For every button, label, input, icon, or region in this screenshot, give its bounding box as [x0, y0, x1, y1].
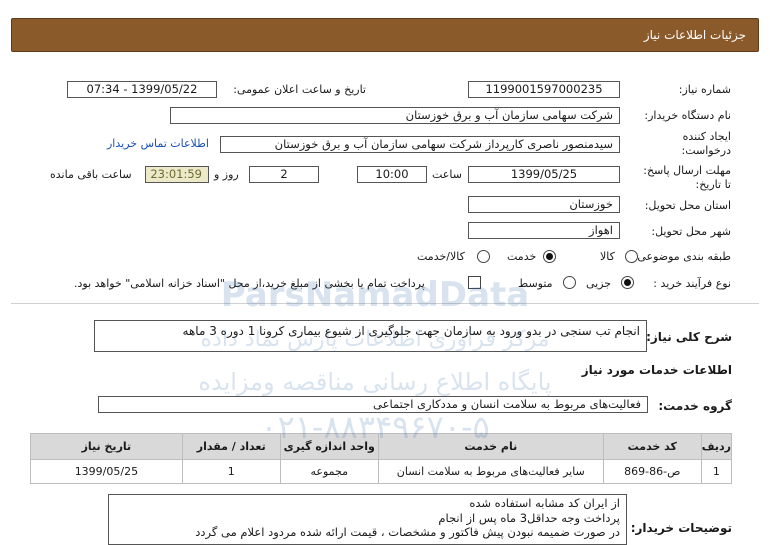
creator-label-1: ایجاد کننده	[682, 130, 731, 143]
col-unit: واحد اندازه گیری	[279, 433, 379, 460]
summary-label: شرح کلی نیاز:	[646, 330, 732, 344]
days-label: روز و	[214, 168, 239, 181]
days-field: 2	[249, 166, 319, 183]
table-row: 1 ص-86-869 سایر فعالیت‌های مربوط به سلام…	[30, 459, 733, 484]
remaining-timer: 23:01:59	[145, 166, 209, 183]
col-date: تاریخ نیاز	[30, 433, 183, 460]
deadline-label-2: تا تاریخ:	[695, 178, 731, 191]
creator-label-2: درخواست:	[681, 144, 731, 157]
category-radio-goods[interactable]	[625, 250, 638, 263]
buyer-contact-link[interactable]: اطلاعات تماس خریدار	[107, 137, 209, 150]
summary-box: انجام تب سنجی در بدو ورود به سازمان جهت …	[94, 320, 647, 352]
deadline-time-label: ساعت	[432, 168, 462, 181]
need-number-label: شماره نیاز:	[678, 83, 731, 96]
deadline-time-field: 10:00	[357, 166, 427, 183]
page-title: جزئیات اطلاعات نیاز	[643, 28, 746, 42]
payment-note: پرداخت تمام یا بخشی از مبلغ خرید،از محل …	[74, 277, 425, 290]
service-group-field: فعالیت‌های مربوط به سلامت انسان و مددکار…	[98, 396, 648, 413]
notes-box[interactable]: از ایران کد مشابه استفاده شده پرداخت وجه…	[108, 494, 627, 545]
col-qty: تعداد / مقدار	[181, 433, 281, 460]
notes-line: از ایران کد مشابه استفاده شده	[469, 496, 620, 510]
services-table: ردیف کد خدمت نام خدمت واحد اندازه گیری ت…	[30, 433, 733, 484]
summary-text: انجام تب سنجی در بدو ورود به سازمان جهت …	[182, 324, 640, 338]
category-option-service: خدمت	[507, 250, 537, 263]
divider	[11, 303, 759, 304]
category-option-goods-service: کالا/خدمت	[417, 250, 465, 263]
cell-unit: مجموعه	[279, 459, 379, 484]
province-label: استان محل تحویل:	[644, 199, 731, 212]
process-option-minor: جزیی	[586, 277, 612, 290]
services-section-title: اطلاعات خدمات مورد نیاز	[581, 363, 732, 377]
cell-name: سایر فعالیت‌های مربوط به سلامت انسان	[377, 459, 604, 484]
process-option-medium: متوسط	[518, 277, 553, 290]
table-header-row: ردیف کد خدمت نام خدمت واحد اندازه گیری ت…	[30, 433, 733, 460]
treasury-bonds-checkbox[interactable]	[468, 276, 481, 289]
process-radio-medium[interactable]	[563, 276, 576, 289]
col-name: نام خدمت	[377, 433, 604, 460]
service-group-label: گروه خدمت:	[658, 399, 732, 413]
category-radio-service[interactable]	[543, 250, 556, 263]
notes-line: پرداخت وجه حداقل3 ماه پس از انجام	[438, 510, 620, 525]
remaining-label: ساعت باقی مانده	[50, 168, 132, 181]
need-number-field: 1199001597000235	[468, 81, 620, 98]
buyer-label: نام دستگاه خریدار:	[644, 109, 731, 122]
process-label: نوع فرآیند خرید :	[653, 277, 731, 290]
province-field: خوزستان	[468, 196, 620, 213]
deadline-label-1: مهلت ارسال پاسخ:	[643, 164, 731, 177]
notes-line: در صورت ضمیمه نبودن پیش فاکتور و مشخصات …	[195, 525, 620, 539]
buyer-field: شرکت سهامی سازمان آب و برق خوزستان	[170, 107, 620, 124]
creator-field: سیدمنصور ناصری کارپرداز شرکت سهامی سازما…	[220, 136, 620, 153]
col-code: کد خدمت	[602, 433, 702, 460]
category-radio-goods-service[interactable]	[477, 250, 490, 263]
watermark-line: پایگاه اطلاع رسانی مناقصه ومزایده	[198, 368, 551, 396]
page-header: جزئیات اطلاعات نیاز	[11, 18, 759, 52]
cell-qty: 1	[181, 459, 281, 484]
city-label: شهر محل تحویل:	[651, 225, 731, 238]
watermark-logo: ParsNamadData مرکز فراوری اطلاعات پارس ن…	[198, 275, 551, 446]
announce-field: 1399/05/22 - 07:34	[67, 81, 217, 98]
notes-label: توضیحات خریدار:	[630, 521, 732, 535]
process-radio-minor[interactable]	[621, 276, 634, 289]
category-label: طبقه بندی موضوعی:	[633, 250, 731, 263]
city-field: اهواز	[468, 222, 620, 239]
category-option-goods: کالا	[600, 250, 615, 263]
cell-row: 1	[700, 459, 733, 484]
col-row: ردیف	[700, 433, 733, 460]
cell-date: 1399/05/25	[30, 459, 183, 484]
cell-code: ص-86-869	[602, 459, 702, 484]
deadline-date-field: 1399/05/25	[468, 166, 620, 183]
announce-label: تاریخ و ساعت اعلان عمومی:	[233, 83, 366, 96]
